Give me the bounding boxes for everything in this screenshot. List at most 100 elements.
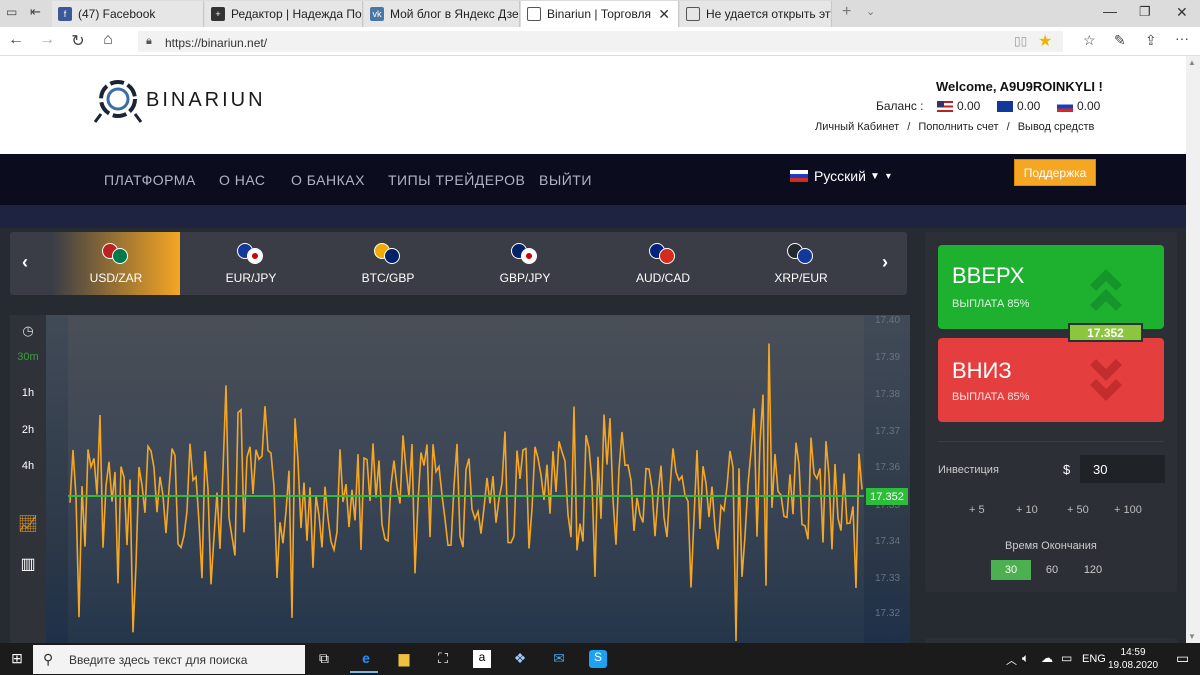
forward-icon[interactable]: → bbox=[37, 31, 57, 49]
double-chevron-down-icon bbox=[1090, 359, 1122, 401]
asset-btc-gbp[interactable]: BTC/GBP bbox=[324, 232, 452, 295]
explorer-icon[interactable]: ▆ bbox=[395, 650, 413, 668]
minimize-icon[interactable]: — bbox=[1103, 3, 1117, 19]
tab-label: Редактор | Надежда Попов bbox=[231, 7, 362, 21]
tray-expand-icon[interactable]: ︿ bbox=[1006, 652, 1017, 668]
windows-start-icon[interactable]: ⊞ bbox=[8, 650, 26, 668]
address-input[interactable] bbox=[138, 31, 1063, 52]
close-tab-icon[interactable]: ✕ bbox=[658, 6, 670, 23]
flag-b bbox=[384, 247, 400, 264]
price-chart[interactable] bbox=[68, 315, 864, 643]
scroll-up-icon[interactable]: ▲ bbox=[1188, 58, 1196, 67]
assets-prev-icon[interactable]: ‹ bbox=[22, 252, 28, 273]
y-tick: 17.33 bbox=[875, 573, 901, 584]
tab-actions-icon[interactable]: ▭ bbox=[6, 5, 17, 19]
tab-error[interactable]: Не удается открыть эту стр bbox=[680, 1, 832, 27]
asset-eur-jpy[interactable]: EUR/JPY bbox=[187, 232, 315, 295]
balance-usd: 0.00 bbox=[937, 99, 980, 113]
asset-usd-zar[interactable]: USD/ZAR bbox=[52, 232, 180, 295]
account-links: Личный Кабинет / Пополнить счет / Вывод … bbox=[815, 121, 1094, 133]
nav-about[interactable]: О НАС bbox=[219, 172, 266, 188]
favorite-star-icon[interactable]: ★ bbox=[1038, 31, 1052, 51]
asset-label: GBP/JPY bbox=[499, 270, 551, 285]
line-chart-icon[interactable]: 📈︎ bbox=[10, 514, 46, 534]
withdraw-link[interactable]: Вывод средств bbox=[1018, 121, 1095, 133]
increment-10-button[interactable]: + 10 bbox=[1016, 504, 1038, 516]
call-payout: ВЫПЛАТА 85% bbox=[952, 298, 1030, 310]
tab-binariun[interactable]: Binariun | Торговля ✕ bbox=[521, 1, 679, 27]
expiry-60-button[interactable]: 60 bbox=[1035, 560, 1069, 580]
nav-logout[interactable]: ВЫЙТИ bbox=[539, 172, 592, 188]
store-icon[interactable]: ⛶ bbox=[434, 650, 452, 668]
flag-b bbox=[521, 247, 537, 264]
cabinet-link[interactable]: Личный Кабинет bbox=[815, 121, 899, 133]
notifications-icon[interactable]: ▭ bbox=[1176, 650, 1189, 667]
timeframe-4h[interactable]: 4h bbox=[10, 460, 46, 472]
timeframe-2h[interactable]: 2h bbox=[10, 424, 46, 436]
edge-icon[interactable]: e bbox=[357, 650, 375, 668]
taskbar-search-input[interactable]: Введите здесь текст для поиска bbox=[33, 645, 305, 674]
more-icon[interactable]: ··· bbox=[1175, 30, 1189, 46]
asset-gbp-jpy[interactable]: GBP/JPY bbox=[461, 232, 589, 295]
language-label: Русский bbox=[814, 168, 866, 184]
tab-facebook[interactable]: f (47) Facebook bbox=[52, 1, 204, 27]
y-axis: 17.40 17.39 17.38 17.37 17.36 17.35 17.3… bbox=[875, 315, 915, 643]
increment-50-button[interactable]: + 50 bbox=[1067, 504, 1089, 516]
bar-chart-icon[interactable]: ▥ bbox=[10, 554, 46, 574]
url-text[interactable]: https://binariun.net/ bbox=[165, 36, 267, 50]
cloud-icon[interactable]: ☁ bbox=[1041, 651, 1053, 665]
nav-banks[interactable]: О БАНКАХ bbox=[291, 172, 365, 188]
investment-input[interactable]: 30 bbox=[1080, 455, 1165, 483]
asset-label: XRP/EUR bbox=[774, 270, 828, 285]
nav-trader-types[interactable]: ТИПЫ ТРЕЙДЕРОВ bbox=[388, 172, 525, 188]
close-window-icon[interactable]: ✕ bbox=[1176, 4, 1188, 21]
timeframe-30m[interactable]: 30m bbox=[10, 351, 46, 363]
double-chevron-up-icon bbox=[1090, 269, 1122, 311]
balance-value: 0.00 bbox=[1077, 99, 1101, 113]
system-clock[interactable]: 14:59 19.08.2020 bbox=[1108, 646, 1158, 672]
support-button[interactable]: Поддержка bbox=[1014, 159, 1096, 186]
skype-icon[interactable]: S bbox=[589, 650, 607, 668]
clock-icon[interactable]: ◷ bbox=[10, 323, 46, 339]
page-scrollbar[interactable] bbox=[1186, 56, 1200, 643]
share-icon[interactable]: ⇪ bbox=[1145, 32, 1157, 49]
scroll-down-icon[interactable]: ▼ bbox=[1188, 632, 1196, 641]
pen-icon[interactable]: ✎ bbox=[1114, 32, 1126, 49]
tab-back-icon[interactable]: ⇤ bbox=[30, 4, 41, 20]
current-price-label: 17.352 bbox=[866, 488, 908, 505]
restore-icon[interactable]: ❐ bbox=[1139, 4, 1151, 20]
tab-editor[interactable]: + Редактор | Надежда Попов bbox=[205, 1, 363, 27]
increment-5-button[interactable]: + 5 bbox=[969, 504, 985, 516]
deposit-link[interactable]: Пополнить счет bbox=[918, 121, 998, 133]
nav-platform[interactable]: ПЛАТФОРМА bbox=[104, 172, 196, 188]
assets-next-icon[interactable]: › bbox=[882, 252, 888, 273]
logo-text[interactable]: BINARIUN bbox=[146, 89, 266, 112]
volume-icon[interactable]: 🔈︎ bbox=[1022, 651, 1029, 666]
chart-toolbar bbox=[10, 315, 46, 643]
task-view-icon[interactable]: ⧉ bbox=[315, 650, 333, 668]
call-label: ВВЕРХ bbox=[952, 263, 1025, 288]
expiry-30-button[interactable]: 30 bbox=[991, 560, 1031, 580]
mail-icon[interactable]: ✉ bbox=[550, 650, 568, 668]
balance-label: Баланс : bbox=[876, 99, 924, 113]
language-select[interactable]: Русский ▼ ▾ bbox=[790, 168, 891, 184]
back-icon[interactable]: ← bbox=[6, 31, 26, 49]
tab-dzen[interactable]: vk Мой блог в Яндекс Дзен bbox=[364, 1, 520, 27]
timeframe-1h[interactable]: 1h bbox=[10, 387, 46, 399]
tab-list-icon[interactable]: ⌄ bbox=[866, 5, 875, 18]
favorites-icon[interactable]: ☆ bbox=[1083, 32, 1096, 49]
refresh-icon[interactable]: ↻ bbox=[68, 31, 88, 51]
dropbox-icon[interactable]: ❖ bbox=[511, 650, 529, 668]
amazon-icon[interactable]: a bbox=[473, 650, 491, 668]
ru-flag-icon bbox=[1057, 100, 1073, 112]
logo-icon[interactable] bbox=[93, 74, 143, 124]
increment-100-button[interactable]: + 100 bbox=[1114, 504, 1142, 516]
new-tab-icon[interactable]: + bbox=[842, 3, 851, 21]
network-icon[interactable]: ▭ bbox=[1061, 651, 1072, 665]
asset-aud-cad[interactable]: AUD/CAD bbox=[599, 232, 727, 295]
asset-xrp-eur[interactable]: XRP/EUR bbox=[737, 232, 865, 295]
home-icon[interactable]: ⌂ bbox=[98, 31, 118, 49]
input-language[interactable]: ENG bbox=[1082, 653, 1106, 665]
expiry-120-button[interactable]: 120 bbox=[1075, 560, 1111, 580]
reading-view-icon[interactable]: ▯▯ bbox=[1014, 34, 1027, 48]
